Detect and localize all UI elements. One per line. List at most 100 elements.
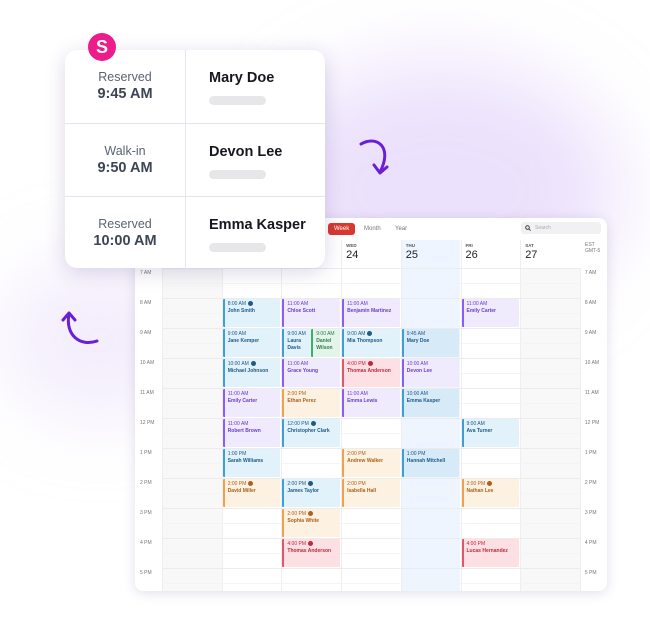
hour-label: 8 AM <box>140 300 152 306</box>
timezone-offset: GMT-5 <box>585 248 601 254</box>
event-time: 11:00 AM <box>227 421 249 427</box>
search-icon <box>525 225 531 231</box>
reservation-type: Reserved <box>98 70 152 84</box>
calendar-event[interactable]: 9:00 AM Daniel Wilson <box>311 329 341 357</box>
event-time: 9:00 AM <box>227 331 247 337</box>
event-name: Daniel Wilson <box>316 338 333 351</box>
calendar-event[interactable]: 11:00 AM Chloe Scott <box>282 299 341 327</box>
calendar-event[interactable]: 2:00 PM Sophia White <box>282 509 341 537</box>
calendar-event[interactable]: 4:00 PM Lucas Hernandez <box>461 539 520 567</box>
calendar-event[interactable]: 1:00 PM Hannah Mitchell <box>401 449 460 477</box>
view-year-button[interactable]: Year <box>389 223 413 235</box>
curved-arrow-down-icon <box>359 139 389 175</box>
event-time: 11:00 AM <box>287 301 309 307</box>
timezone-label: EST GMT-5 <box>585 242 600 254</box>
calendar-event[interactable]: 10:00 AM Michael Johnson <box>222 359 281 387</box>
view-week-button[interactable]: Week <box>328 223 356 235</box>
event-name: Sarah Williams <box>227 458 264 464</box>
day-name: THU <box>405 243 416 248</box>
event-time: 9:45 AM <box>406 331 426 337</box>
event-time: 2:00 PM <box>287 511 337 518</box>
day-column <box>400 268 461 591</box>
event-name: John Smith <box>227 308 255 314</box>
event-name: Devon Lee <box>406 368 433 374</box>
calendar-event[interactable]: 10:00 AM Devon Lee <box>401 359 460 387</box>
calendar-event[interactable]: 11:00 AM Emily Carter <box>461 299 520 327</box>
hour-label: 5 PM <box>584 570 597 576</box>
event-time: 1:00 PM <box>406 451 426 457</box>
hour-label: 2 PM <box>140 480 152 486</box>
calendar-event[interactable]: 2:00 PM David Miller <box>222 479 281 507</box>
calendar-event[interactable]: 8:00 AM John Smith <box>222 299 281 327</box>
hour-label: 8 AM <box>584 300 597 306</box>
reservation-row[interactable]: Walk-in 9:50 AM Devon Lee <box>65 123 325 196</box>
reservation-time: 10:00 AM <box>93 233 157 249</box>
reservation-card: Reserved 9:45 AM Mary Doe Walk-in 9:50 AM … <box>65 50 325 269</box>
event-name: James Taylor <box>287 488 319 494</box>
day-header[interactable]: WED 24 <box>341 240 401 268</box>
guest-name: Mary Doe <box>209 70 275 86</box>
event-name: Emily Carter <box>227 398 258 404</box>
calendar-event[interactable]: 2:00 PM James Taylor <box>282 479 341 507</box>
status-icon <box>367 331 373 336</box>
search-input[interactable]: Search <box>521 222 601 234</box>
calendar-event[interactable]: 9:00 AM Ava Turner <box>461 419 520 447</box>
hour-label: 1 PM <box>584 450 597 456</box>
hour-label: 12 PM <box>140 420 155 426</box>
reservation-row[interactable]: Reserved 9:45 AM Mary Doe <box>65 50 325 123</box>
event-time: 2:00 PM <box>467 481 517 488</box>
calendar-event[interactable]: 11:00 AM Emily Carter <box>222 389 281 417</box>
calendar-event[interactable]: 9:00 AM Jane Kemper <box>222 329 281 357</box>
hour-label: 3 PM <box>584 510 597 516</box>
calendar-event[interactable]: 2:00 PM Ethan Perez <box>282 389 341 417</box>
day-name: WED <box>346 243 357 248</box>
calendar-event[interactable]: 11:00 AM Robert Brown <box>222 419 281 447</box>
event-time: 2:00 PM <box>347 481 366 487</box>
calendar-event[interactable]: 2:00 PM Andrew Walker <box>342 449 400 477</box>
calendar-event[interactable]: 10:00 AM Emma Kasper <box>401 389 460 417</box>
hour-label: 9 AM <box>140 330 152 336</box>
hour-label: 12 PM <box>584 420 600 426</box>
calendar-event[interactable]: 11:00 AM Emma Lewis <box>342 389 400 417</box>
event-time: 11:00 AM <box>347 391 368 397</box>
hour-label: 7 AM <box>140 270 152 276</box>
day-header[interactable]: THU 25 <box>400 240 461 268</box>
day-header[interactable]: FRI 26 <box>460 240 521 268</box>
calendar-event[interactable]: 1:00 PM Sarah Williams <box>222 449 281 477</box>
event-name: Thomas Anderson <box>347 368 391 374</box>
placeholder-bar <box>209 96 266 105</box>
calendar-event[interactable]: 9:45 AM Mary Doe <box>401 329 460 357</box>
event-time: 9:00 AM <box>287 331 306 337</box>
event-name: Ethan Perez <box>287 398 317 404</box>
event-name: Hannah Mitchell <box>406 458 446 464</box>
view-month-button[interactable]: Month <box>358 223 387 235</box>
status-icon <box>310 421 316 426</box>
calendar-event[interactable]: 2:00 PM Isabella Hall <box>342 479 400 507</box>
calendar-event[interactable]: 4:00 PM Thomas Anderson <box>342 359 400 387</box>
calendar-event[interactable]: 11:00 AM Grace Young <box>282 359 341 387</box>
event-name: Christopher Clark <box>287 428 330 434</box>
day-header[interactable]: SAT 27 <box>520 240 580 268</box>
day-date: 24 <box>346 249 359 261</box>
event-time: 11:00 AM <box>466 301 488 307</box>
calendar-event[interactable]: 12:00 PM Christopher Clark <box>282 419 341 447</box>
calendar-event[interactable]: 9:00 AM Laura Davis <box>282 329 312 357</box>
event-time: 2:00 PM <box>287 481 337 488</box>
status-icon <box>308 481 314 486</box>
placeholder-bar <box>209 170 266 179</box>
event-name: Nathan Lee <box>466 488 494 494</box>
calendar-event[interactable]: 4:00 PM Thomas Anderson <box>282 539 341 567</box>
calendar-event[interactable]: 11:00 AM Benjamin Martinez <box>342 299 400 327</box>
event-name: Isabella Hall <box>347 488 376 494</box>
reservation-row[interactable]: Reserved 10:00 AM Emma Kasper <box>65 196 325 269</box>
event-name: Emily Carter <box>466 308 496 314</box>
calendar-event[interactable]: 2:00 PM Nathan Lee <box>461 479 520 507</box>
event-name: Robert Brown <box>227 428 261 434</box>
event-name: Jane Kemper <box>227 338 260 344</box>
event-name: Andrew Walker <box>347 458 384 464</box>
calendar-event[interactable]: 9:00 AM Mia Thompson <box>342 329 400 357</box>
hour-label: 5 PM <box>140 570 152 576</box>
event-time: 10:00 AM <box>406 391 428 397</box>
event-time: 9:00 AM <box>466 421 485 427</box>
event-time: 11:00 AM <box>347 301 368 307</box>
